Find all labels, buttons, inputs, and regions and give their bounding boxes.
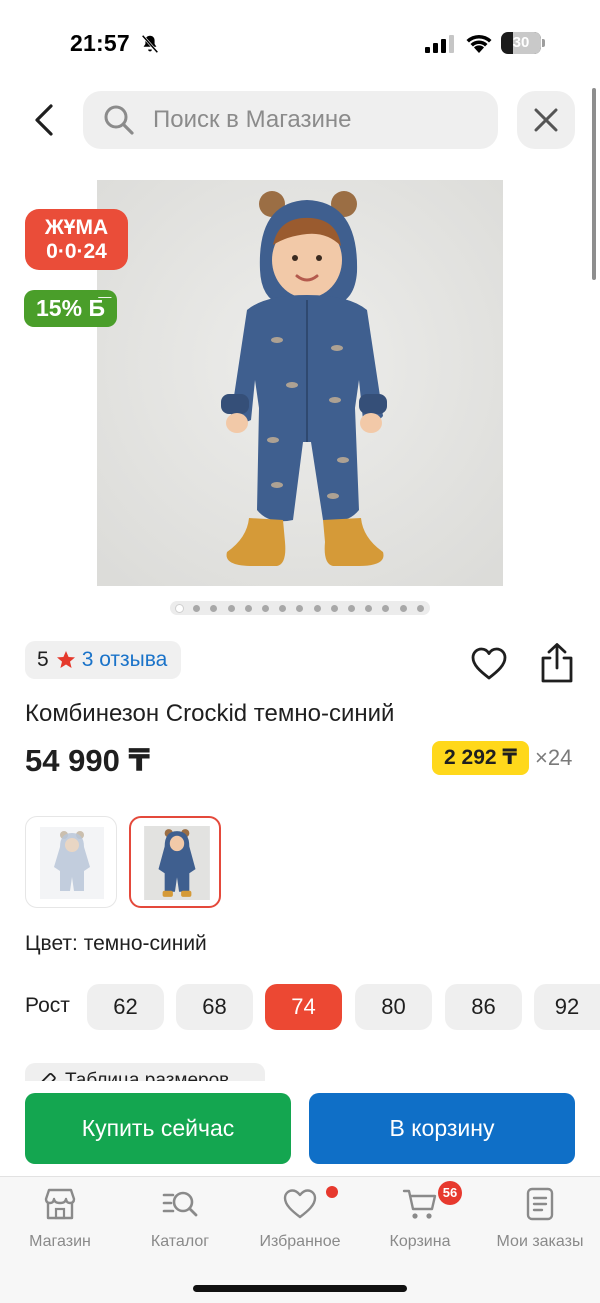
gallery-dot[interactable] [348,604,356,612]
size-table-button[interactable]: Таблица размеров [25,1063,265,1081]
gallery-dot[interactable] [382,604,390,612]
gallery-pagination[interactable] [170,601,430,615]
gallery-dot[interactable] [365,604,373,612]
ruler-icon [38,1072,56,1081]
star-icon [56,651,75,668]
nav-label-cart: Корзина [389,1233,451,1250]
promo-badge-line2: 0·0·24 [46,240,107,263]
promo-badge-line1: ЖҰМА [44,216,109,239]
nav-item-store[interactable]: Магазин [0,1185,120,1265]
size-table-label: Таблица размеров [65,1070,230,1081]
orders-icon [526,1187,554,1221]
gallery-dot[interactable] [313,604,321,612]
gallery-dot[interactable] [193,604,201,612]
color-option-light[interactable] [25,816,117,908]
search-icon [104,105,134,135]
size-option-80[interactable]: 80 [355,984,432,1030]
color-option-dark-blue[interactable] [129,816,221,908]
gallery-dot[interactable] [244,604,252,612]
bonus-badge: 15% Б̅ [24,290,117,327]
search-input[interactable] [153,91,483,149]
scroll-indicator [592,88,596,280]
gallery-dot[interactable] [330,604,338,612]
size-option-68[interactable]: 68 [176,984,253,1030]
nav-label-store: Магазин [29,1233,91,1250]
rating-value: 5 [37,648,49,671]
bottom-navigation: Магазин Каталог Избранное Корзина Мои за… [0,1176,600,1303]
installment-months: ×24 [535,745,573,770]
battery-level: 30 [512,34,530,51]
reviews-link[interactable]: 3 отзыва [82,648,168,672]
nav-label-catalog: Каталог [150,1233,210,1250]
product-title: Комбинезон Crockid темно-синий [25,700,395,727]
size-option-92[interactable]: 92 [534,984,600,1030]
product-price: 54 990 ₸ [25,743,150,778]
gallery-dot[interactable] [416,604,424,612]
nav-item-favorites[interactable]: Избранное [240,1185,360,1265]
size-option-86[interactable]: 86 [445,984,522,1030]
back-button[interactable] [22,98,66,142]
back-arrow-icon [35,104,53,136]
nav-label-favorites: Избранное [259,1233,341,1250]
cart-count-badge: 56 [438,1181,462,1205]
gallery-dot[interactable] [210,604,218,612]
gallery-dot[interactable] [227,604,235,612]
nav-item-orders[interactable]: Мои заказы [480,1185,600,1265]
nav-item-cart[interactable]: Корзина [360,1185,480,1265]
battery-icon: 30 [501,32,547,56]
color-thumbnail-image [144,826,210,900]
bell-off-icon [141,34,159,54]
catalog-search-icon [162,1191,198,1217]
gallery-dot[interactable] [262,604,270,612]
status-bar: 21:57 30 [0,0,600,86]
product-image[interactable] [97,180,503,586]
status-time: 21:57 [70,30,130,56]
nav-label-orders: Мои заказы [496,1233,584,1250]
size-option-74[interactable]: 74 [265,984,342,1030]
gallery-dot[interactable] [399,604,407,612]
buy-now-button[interactable]: Купить сейчас [25,1093,291,1164]
size-label: Рост [25,994,70,1017]
color-thumbnail-image [40,827,104,899]
heart-icon [283,1189,317,1219]
store-icon [44,1188,76,1220]
nav-item-catalog[interactable]: Каталог [120,1185,240,1265]
gallery-dot[interactable] [296,604,304,612]
favorites-notification-dot [326,1186,338,1198]
search-bar[interactable] [83,91,498,149]
product-photo-illustration [97,180,503,586]
add-to-cart-button[interactable]: В корзину [309,1093,575,1164]
color-label: Цвет: темно-синий [25,932,207,955]
home-indicator[interactable] [193,1285,407,1292]
gallery-dot[interactable] [279,604,287,612]
gallery-dot[interactable] [176,604,183,612]
share-icon[interactable] [538,642,576,684]
favorite-heart-icon[interactable] [470,645,508,683]
wifi-icon [466,34,492,53]
cart-icon [402,1189,437,1219]
cellular-signal-icon [425,35,454,53]
installment-badge[interactable]: 2 292 ₸ [432,741,529,775]
promo-badge: ЖҰМА 0·0·24 [25,209,128,270]
rating-pill[interactable]: 5 3 отзыва [25,641,182,679]
close-button[interactable] [517,91,575,149]
size-option-62[interactable]: 62 [87,984,164,1030]
close-icon [534,108,558,132]
